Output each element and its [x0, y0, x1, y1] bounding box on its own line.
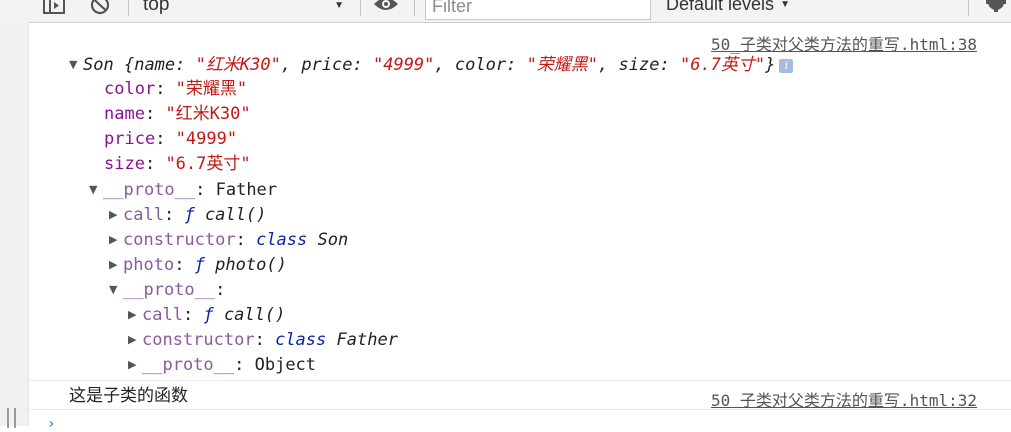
function-prefix: ƒ: [184, 205, 195, 225]
function-prefix: ƒ: [203, 305, 214, 325]
preview-value: "荣耀黑": [526, 55, 599, 75]
property-row: size: "6.7英寸": [104, 154, 251, 174]
sidebar-toggle-icon[interactable]: [42, 0, 66, 20]
collapsed-triangle-icon[interactable]: ▶: [109, 202, 123, 227]
property-value: "4999": [175, 129, 238, 149]
property-key: size: [104, 154, 145, 174]
resize-handle[interactable]: [7, 408, 16, 428]
expand-triangle-icon[interactable]: ▼: [69, 52, 83, 77]
property-value: "荣耀黑": [175, 79, 248, 99]
proto-item-key: constructor: [142, 330, 255, 350]
console-messages: 50_子类对父类方法的重写.html:38 ▼ Son {name: "红米K30…: [29, 23, 1011, 432]
property-row: name: "红米K30": [104, 104, 251, 124]
clear-console-icon[interactable]: [88, 0, 112, 20]
context-selector[interactable]: top ▼: [143, 0, 348, 18]
log-levels-label: Default levels: [666, 0, 775, 14]
preview-value: "红米K30": [195, 55, 281, 75]
source-link[interactable]: 50_子类对父类方法的重写.html:32: [711, 387, 977, 411]
proto-item-row[interactable]: ▶ __proto__: Object: [128, 352, 316, 377]
proto-item-row[interactable]: ▶ call: ƒ call(): [128, 302, 285, 327]
context-value: top: [143, 0, 170, 15]
preview-value: "4999": [372, 55, 435, 75]
property-key: price: [104, 129, 156, 149]
collapsed-triangle-icon[interactable]: ▶: [128, 302, 142, 327]
proto-item-key: call: [142, 305, 183, 325]
property-key: name: [104, 104, 145, 124]
proto-item-value: photo(): [215, 255, 287, 275]
property-key: color: [104, 79, 156, 99]
proto-item-value: call(): [223, 305, 286, 325]
proto-item-row[interactable]: ▶ call: ƒ call(): [109, 202, 266, 227]
object-class-name: Son: [83, 55, 114, 75]
proto-item-row[interactable]: ▶ constructor: class Father: [128, 327, 398, 352]
proto-item-key: call: [123, 205, 164, 225]
prompt-caret-icon: ›: [47, 416, 56, 432]
proto-item-key: photo: [123, 255, 175, 275]
proto-item-row[interactable]: ▶ photo: ƒ photo(): [109, 252, 287, 277]
collapsed-triangle-icon[interactable]: ▶: [128, 327, 142, 352]
filter-input[interactable]: Filter: [425, 0, 651, 20]
caret-down-icon: ▼: [780, 0, 790, 10]
proto-item-key: constructor: [123, 230, 236, 250]
preview-key: price: [301, 55, 353, 75]
proto-item-value: Father: [336, 330, 398, 350]
gear-icon[interactable]: [983, 0, 1009, 20]
proto-item-row[interactable]: ▶ constructor: class Son: [109, 227, 348, 252]
info-icon[interactable]: i: [779, 59, 794, 73]
proto-row[interactable]: ▼ __proto__: Father: [89, 177, 277, 202]
proto-item-value: Object: [254, 355, 317, 375]
class-prefix: class: [256, 230, 308, 250]
function-prefix: ƒ: [194, 255, 205, 275]
property-value: "红米K30": [165, 104, 251, 124]
object-summary-row[interactable]: ▼ Son {name: "红米K30", price: "4999", colo…: [69, 52, 794, 77]
class-prefix: class: [275, 330, 327, 350]
message-divider: [29, 380, 1011, 381]
property-row: price: "4999": [104, 129, 238, 149]
collapsed-triangle-icon[interactable]: ▶: [109, 252, 123, 277]
proto-key: __proto__: [123, 280, 216, 300]
proto-item-value: call(): [204, 205, 267, 225]
collapsed-triangle-icon[interactable]: ▶: [109, 227, 123, 252]
preview-key: name: [134, 55, 176, 75]
eye-icon[interactable]: [372, 0, 400, 20]
chevron-down-icon: ▼: [334, 0, 344, 11]
preview-key: color: [454, 55, 507, 75]
filter-placeholder: Filter: [432, 0, 472, 16]
property-value: "6.7英寸": [165, 154, 251, 174]
message-divider: [29, 409, 1011, 410]
proto-row[interactable]: ▼ __proto__:: [109, 277, 225, 302]
property-row: color: "荣耀黑": [104, 79, 248, 99]
preview-value: "6.7英寸": [679, 55, 766, 75]
proto-key: __proto__: [103, 180, 196, 200]
proto-item-key: __proto__: [142, 355, 235, 375]
log-message-text: 这是子类的函数: [69, 386, 188, 406]
collapsed-triangle-icon[interactable]: ▶: [128, 352, 142, 377]
expand-triangle-icon[interactable]: ▼: [89, 177, 103, 202]
console-toolbar: top ▼ Filter Default levels ▼: [0, 0, 1011, 23]
log-levels-dropdown[interactable]: Default levels ▼: [666, 0, 790, 18]
expand-triangle-icon[interactable]: ▼: [109, 277, 123, 302]
proto-value: Father: [215, 180, 278, 200]
proto-item-value: Son: [317, 230, 349, 250]
console-gutter: [0, 22, 29, 426]
preview-key: size: [618, 55, 660, 75]
